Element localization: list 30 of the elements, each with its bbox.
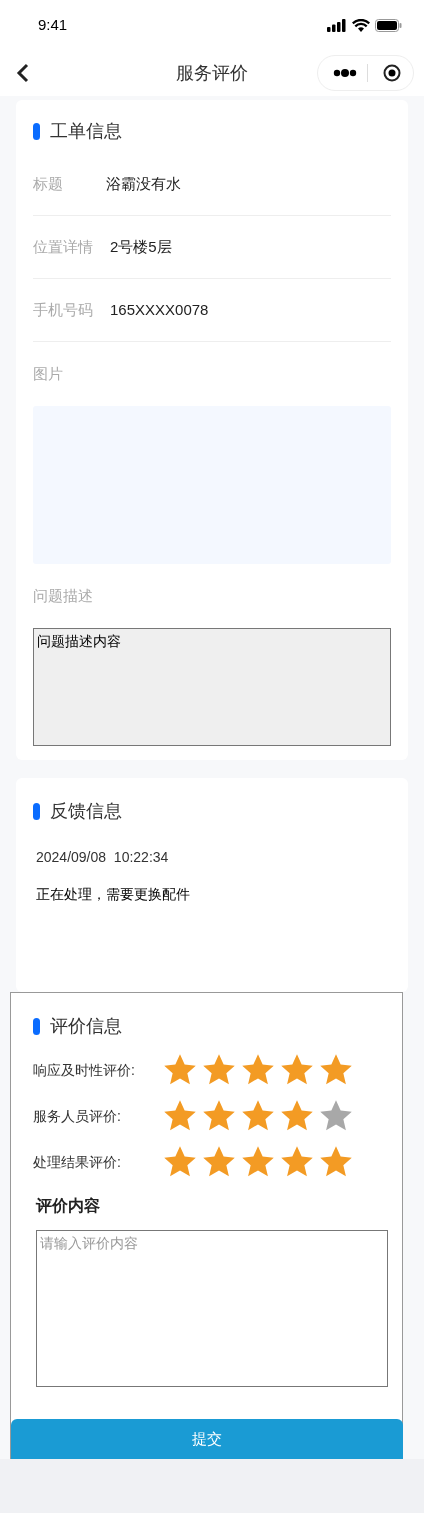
capsule-menu[interactable]	[317, 55, 414, 91]
field-label: 位置详情	[33, 236, 94, 257]
field-value: 165XXXX0078	[110, 299, 209, 320]
battery-icon	[375, 18, 402, 32]
wifi-icon	[352, 18, 370, 32]
rating-label: 处理结果评价:	[33, 1152, 122, 1172]
rating-label: 服务人员评价:	[33, 1106, 122, 1126]
review-input[interactable]: 请输入评价内容	[36, 1230, 388, 1387]
status-time: 9:41	[38, 14, 68, 35]
accent-bar	[33, 123, 40, 140]
field-label: 标题	[33, 173, 64, 194]
accent-bar	[33, 803, 40, 820]
field-label: 手机号码	[33, 299, 94, 320]
field-value: 浴霸没有水	[106, 173, 181, 194]
section-title: 评价信息	[50, 1015, 122, 1038]
feedback-message: 正在处理，需要更换配件	[36, 885, 191, 904]
page-title: 服务评价	[176, 61, 248, 85]
field-label: 问题描述	[33, 585, 93, 606]
feedback-time: 2024/09/08 10:22:34	[36, 848, 170, 867]
description-box: 问题描述内容	[33, 628, 391, 746]
accent-bar	[33, 1018, 40, 1035]
section-title: 反馈信息	[50, 800, 122, 823]
more-icon[interactable]	[333, 69, 357, 77]
content-label: 评价内容	[36, 1196, 101, 1216]
rating-label: 响应及时性评价:	[33, 1060, 136, 1080]
signal-icon	[327, 18, 347, 32]
section-title: 工单信息	[50, 120, 122, 143]
field-label: 图片	[33, 363, 63, 384]
submit-button[interactable]: 提交	[11, 1419, 403, 1459]
field-value: 2号楼5层	[110, 236, 172, 257]
